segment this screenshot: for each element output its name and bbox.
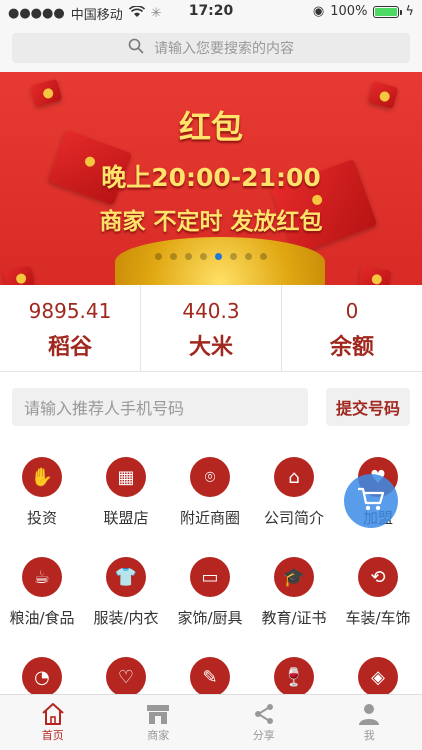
- grid-row: ☕ 粮油/食品 👕 服装/内衣 ▭ 家饰/厨具 🎓 教育/证书 ⟲ 车装/车饰: [0, 545, 422, 645]
- store-icon: ▦: [106, 457, 146, 497]
- menu-label: 投资: [26, 509, 57, 527]
- menu-grain-food[interactable]: ☕ 粮油/食品: [0, 545, 84, 628]
- tab-label: 我: [363, 729, 375, 742]
- house-icon: ⌂: [274, 457, 314, 497]
- grid-icon: ◈: [358, 657, 398, 697]
- fish-icon: ◔: [22, 657, 62, 697]
- search-icon: [128, 38, 144, 58]
- menu-invest[interactable]: ✋ 投资: [0, 445, 84, 528]
- tab-home[interactable]: 首页: [0, 695, 106, 750]
- menu-clothing[interactable]: 👕 服装/内衣: [84, 545, 168, 628]
- tab-merchant[interactable]: 商家: [106, 695, 212, 750]
- shirt-icon: 👕: [106, 557, 146, 597]
- sofa-icon: ▭: [190, 557, 230, 597]
- stat-label: 大米: [188, 335, 233, 360]
- food-icon: ☕: [22, 557, 62, 597]
- referrer-phone-input[interactable]: 请输入推荐人手机号码: [12, 388, 308, 426]
- menu-label: 公司简介: [263, 509, 324, 527]
- tab-label: 首页: [41, 729, 64, 742]
- submit-number-button[interactable]: 提交号码: [326, 388, 410, 426]
- menu-company-intro[interactable]: ⌂ 公司简介: [252, 445, 336, 528]
- banner-time: 晚上20:00-21:00: [101, 163, 321, 192]
- heartbeat-icon: ♡: [106, 657, 146, 697]
- menu-label: 联盟店: [103, 509, 149, 527]
- location-pin-icon: ⌾: [190, 457, 230, 497]
- status-bar: ●●●●● 中国移动 ✳ 17:20 ◉ 100% ϟ: [0, 0, 422, 24]
- menu-label: 家饰/厨具: [177, 609, 243, 627]
- menu-label: 附近商圈: [179, 509, 240, 527]
- tab-share[interactable]: 分享: [211, 695, 317, 750]
- stat-rice-grain[interactable]: 9895.41 稻谷: [0, 285, 141, 371]
- banner-subtitle: 商家 不定时 发放红包: [99, 209, 323, 235]
- search-placeholder: 请输入您要搜索的内容: [154, 41, 294, 57]
- tab-me[interactable]: 我: [317, 695, 422, 750]
- stat-value: 0: [345, 299, 359, 323]
- search-input[interactable]: 请输入您要搜索的内容: [12, 33, 410, 63]
- share-icon: [211, 701, 317, 727]
- tab-label: 商家: [147, 729, 170, 742]
- carousel-dot[interactable]: [185, 253, 192, 260]
- carousel-dot[interactable]: [155, 253, 162, 260]
- user-icon: [317, 701, 422, 727]
- stat-balance[interactable]: 0 余额: [282, 285, 422, 371]
- battery-icon: [373, 5, 403, 18]
- menu-education[interactable]: 🎓 教育/证书: [252, 545, 336, 628]
- account-stats: 9895.41 稻谷 440.3 大米 0 余额: [0, 285, 422, 372]
- graduation-cap-icon: 🎓: [274, 557, 314, 597]
- stat-label: 余额: [329, 335, 374, 360]
- referrer-phone-placeholder: 请输入推荐人手机号码: [24, 399, 185, 418]
- menu-home-kitchen[interactable]: ▭ 家饰/厨具: [168, 545, 252, 628]
- stat-value: 9895.41: [28, 299, 112, 323]
- carousel-dot-active[interactable]: [215, 253, 222, 260]
- menu-nearby[interactable]: ⌾ 附近商圈: [168, 445, 252, 528]
- carousel-dots[interactable]: [0, 253, 422, 260]
- menu-car-accessories[interactable]: ⟲ 车装/车饰: [336, 545, 420, 628]
- home-icon: [0, 701, 106, 727]
- car-parts-icon: ⟲: [358, 557, 398, 597]
- shop-icon: [106, 701, 212, 727]
- bottom-tab-bar: 首页 商家 分享 我: [0, 694, 422, 750]
- menu-label: 粮油/食品: [9, 609, 75, 627]
- stat-label: 稻谷: [47, 335, 92, 360]
- red-envelope-icon: [3, 265, 35, 285]
- invest-icon: ✋: [22, 457, 62, 497]
- floating-cart-button[interactable]: [344, 474, 398, 528]
- carousel-dot[interactable]: [170, 253, 177, 260]
- carousel-dot[interactable]: [200, 253, 207, 260]
- tab-label: 分享: [252, 729, 275, 742]
- battery-percent: 100%: [330, 4, 368, 19]
- menu-alliance-store[interactable]: ▦ 联盟店: [84, 445, 168, 528]
- red-envelope-icon: [358, 265, 392, 285]
- carousel-dot[interactable]: [245, 253, 252, 260]
- cart-icon: [356, 486, 386, 516]
- menu-label: 车装/车饰: [345, 609, 411, 627]
- menu-label: 教育/证书: [261, 609, 327, 627]
- wine-icon: 🍷: [274, 657, 314, 697]
- cosmetics-icon: ✎: [190, 657, 230, 697]
- menu-label: 服装/内衣: [93, 609, 159, 627]
- carousel-dot[interactable]: [230, 253, 237, 260]
- carousel-dot[interactable]: [260, 253, 267, 260]
- stat-rice[interactable]: 440.3 大米: [141, 285, 282, 371]
- stat-value: 440.3: [182, 299, 240, 323]
- banner-title: 红包: [178, 108, 243, 146]
- search-bar: 请输入您要搜索的内容: [0, 24, 422, 72]
- gold-coins-image: [115, 237, 325, 285]
- charging-icon: ϟ: [405, 4, 414, 19]
- orientation-lock-icon: ◉: [312, 4, 325, 19]
